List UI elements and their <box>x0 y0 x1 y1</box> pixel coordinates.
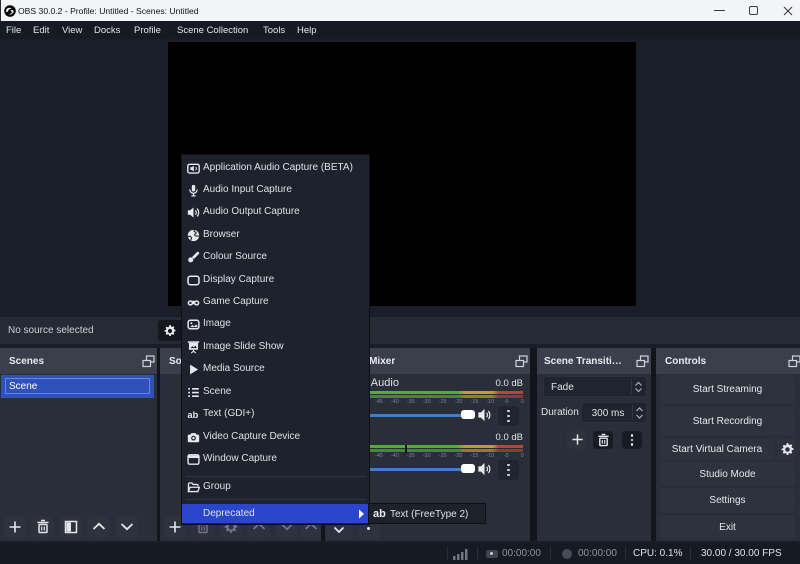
svg-text:ab: ab <box>187 410 198 420</box>
